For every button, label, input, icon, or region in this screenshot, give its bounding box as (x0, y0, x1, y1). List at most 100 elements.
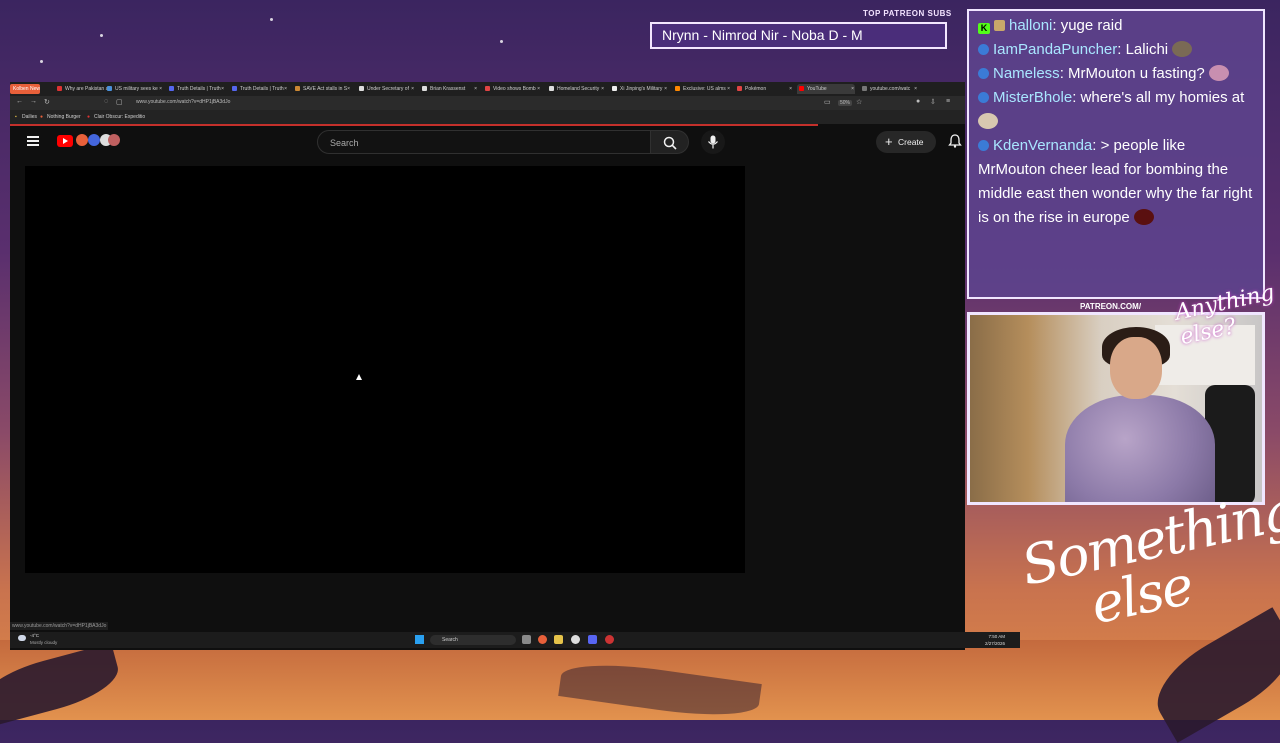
doodle-icon (88, 134, 100, 146)
browser-tab[interactable]: Xi Jinping's Military × (610, 84, 668, 94)
chat-username[interactable]: MisterBhole (993, 89, 1072, 106)
bookmark-star-icon[interactable]: ☆ (856, 98, 862, 106)
chat-username[interactable]: KdenVernanda (993, 137, 1092, 154)
hamburger-menu-icon[interactable] (27, 136, 39, 146)
tab-close-icon[interactable]: × (664, 84, 667, 94)
tab-label: Under Secretary of (367, 86, 409, 92)
reader-icon[interactable]: ▭ (824, 98, 831, 106)
tab-close-icon[interactable]: × (347, 84, 350, 94)
menu-icon[interactable]: ≡ (946, 98, 950, 105)
browser-tab[interactable]: youtube.com/watc × (860, 84, 918, 94)
tab-close-icon[interactable]: × (411, 84, 414, 94)
browser-tab[interactable]: Under Secretary of × (357, 84, 415, 94)
sub-badge-icon (978, 68, 989, 79)
chat-text: Lalichi (1125, 41, 1169, 58)
tab-label: Video shows Bomb (493, 86, 536, 92)
create-button[interactable]: + Create (876, 131, 936, 153)
obs-icon[interactable] (605, 635, 614, 644)
system-clock[interactable]: 7:50 AM 2/27/2026 (985, 633, 1005, 647)
video-player[interactable] (25, 166, 745, 573)
url-field[interactable]: www.youtube.com/watch?v=dHP1jBA3dJo (136, 99, 230, 105)
tab-close-icon[interactable]: × (727, 84, 730, 94)
forward-icon[interactable]: → (30, 98, 37, 105)
tab-favicon-icon (675, 86, 680, 91)
file-explorer-icon[interactable] (554, 635, 563, 644)
search-button[interactable] (651, 130, 689, 154)
taskbar-search[interactable]: Search (430, 635, 516, 645)
chrome-icon[interactable] (571, 635, 580, 644)
voice-search-button[interactable] (701, 130, 725, 154)
browser-tab[interactable]: Kolben News (10, 84, 40, 94)
notifications-bell-icon[interactable] (948, 134, 962, 148)
tab-close-icon[interactable]: × (914, 84, 917, 94)
downloads-icon[interactable]: ⇩ (930, 98, 936, 106)
browser-tab[interactable]: Exclusive: US alms × (673, 84, 731, 94)
create-label: Create (898, 137, 924, 147)
zoom-badge[interactable]: 50% (838, 100, 853, 106)
lock-icon: ▢ (116, 99, 123, 106)
browser-tab[interactable]: US military sees ke × (105, 84, 163, 94)
background-star (100, 34, 103, 37)
weather-condition[interactable]: Mostly cloudy (30, 640, 57, 645)
chat-username[interactable]: IamPandaPuncher (993, 41, 1117, 58)
tab-favicon-icon (422, 86, 427, 91)
microphone-icon (708, 135, 718, 149)
weather-temperature[interactable]: -4°C (30, 633, 39, 638)
browser-tab[interactable]: Video shows Bomb × (483, 84, 541, 94)
tab-close-icon[interactable]: × (159, 84, 162, 94)
reload-icon[interactable]: ↻ (44, 98, 50, 106)
chat-emote-icon (1133, 209, 1154, 225)
browser-tab[interactable]: SAVE Act stalls in S × (293, 84, 351, 94)
search-box (317, 130, 651, 155)
discord-icon[interactable] (588, 635, 597, 644)
tab-label: youtube.com/watc (870, 86, 911, 92)
tab-favicon-icon (862, 86, 867, 91)
firefox-icon[interactable] (538, 635, 547, 644)
chat-message: Nameless: MrMouton u fasting? (978, 62, 1254, 86)
task-view-icon[interactable] (522, 635, 531, 644)
back-icon[interactable]: ← (16, 98, 23, 105)
chat-separator: : (1072, 89, 1081, 106)
browser-tab[interactable]: Brian Krassenst × (420, 84, 478, 94)
windows-start-icon[interactable] (415, 635, 424, 644)
tab-label: Xi Jinping's Military (620, 86, 663, 92)
chat-username[interactable]: halloni (1009, 17, 1052, 34)
tab-close-icon[interactable]: × (601, 84, 604, 94)
browser-tab[interactable]: Truth Details | Truth × (167, 84, 225, 94)
youtube-logo[interactable] (57, 135, 73, 147)
chat-emote-icon (1208, 65, 1229, 81)
bookmark-item[interactable]: Dailies (22, 114, 37, 120)
channel-logo: Something else (1016, 478, 1280, 643)
tab-close-icon[interactable]: × (789, 84, 792, 94)
tab-close-icon[interactable]: × (537, 84, 540, 94)
tab-close-icon[interactable]: × (284, 84, 287, 94)
chat-message: MisterBhole: where's all my homies at (978, 86, 1254, 134)
tab-close-icon[interactable]: × (851, 84, 854, 94)
tab-label: Truth Details | Truth (240, 86, 284, 92)
address-bar: ← → ↻ ◌ ▢ www.youtube.com/watch?v=dHP1jB… (10, 96, 965, 110)
status-bar-url: www.youtube.com/watch?v=dHP1jBA3dJo (10, 622, 109, 630)
chat-message: IamPandaPuncher: Lalichi (978, 38, 1254, 62)
background-star (270, 18, 273, 21)
tab-label: Pokémon (745, 86, 767, 92)
youtube-header: + Create (10, 126, 965, 166)
browser-tab[interactable]: Truth Details | Truth × (230, 84, 288, 94)
browser-tab[interactable]: Homeland Security × (547, 84, 605, 94)
extension-icon[interactable]: ● (916, 98, 920, 105)
tab-close-icon[interactable]: × (221, 84, 224, 94)
bookmark-item[interactable]: Clair Obscur: Expeditio (94, 114, 145, 120)
browser-tab[interactable]: YouTube × (797, 84, 855, 94)
plus-icon: + (885, 134, 893, 149)
tab-favicon-icon (549, 86, 554, 91)
shield-icon[interactable]: ◌ (104, 98, 108, 105)
tab-close-icon[interactable]: × (474, 84, 477, 94)
tab-label: Exclusive: US alms (683, 86, 726, 92)
doodle-icon[interactable] (76, 134, 88, 146)
tab-label: SAVE Act stalls in S (303, 86, 348, 92)
bookmark-item[interactable]: Nothing Burger (47, 114, 81, 120)
chat-username[interactable]: Nameless (993, 65, 1060, 82)
cloud-icon[interactable] (18, 635, 26, 641)
browser-tab[interactable]: Pokémon × (735, 84, 793, 94)
search-input[interactable] (328, 131, 642, 155)
taskbar-search-label: Search (442, 637, 458, 643)
